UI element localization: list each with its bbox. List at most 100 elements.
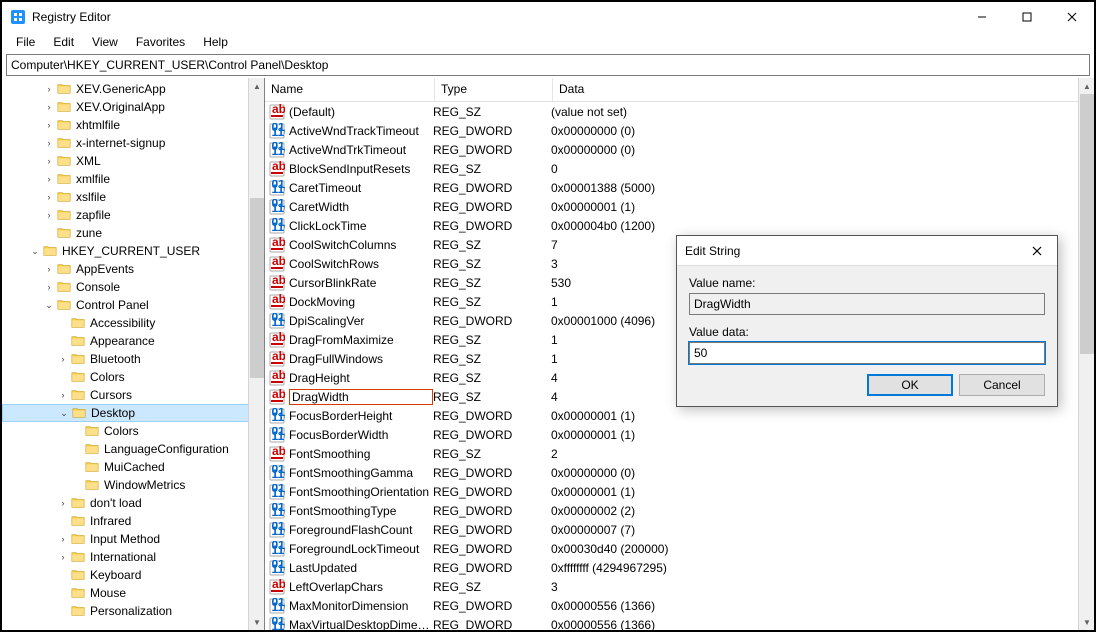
scroll-up-icon[interactable]: ▲ [249,78,265,94]
dword-value-icon [269,522,285,538]
value-name: LastUpdated [289,561,433,575]
maximize-button[interactable] [1004,2,1049,32]
list-row[interactable]: ClickLockTimeREG_DWORD0x000004b0 (1200) [265,216,1094,235]
tree-node[interactable]: LanguageConfiguration [2,440,264,458]
chevron-right-icon[interactable]: › [42,190,56,204]
chevron-down-icon[interactable]: ⌄ [42,298,56,312]
tree-node[interactable]: MuiCached [2,458,264,476]
tree-node[interactable]: ⌄Control Panel [2,296,264,314]
tree-node[interactable]: ›XEV.OriginalApp [2,98,264,116]
tree-node[interactable]: Personalization [2,602,264,620]
menu-help[interactable]: Help [195,33,236,51]
tree-node[interactable]: zune [2,224,264,242]
scroll-down-icon[interactable]: ▼ [249,614,265,630]
list-row[interactable]: FontSmoothingOrientationREG_DWORD0x00000… [265,482,1094,501]
chevron-down-icon[interactable]: ⌄ [57,406,71,420]
tree-node[interactable]: Appearance [2,332,264,350]
col-name[interactable]: Name [265,78,435,101]
menu-favorites[interactable]: Favorites [128,33,193,51]
tree-node[interactable]: ›Console [2,278,264,296]
chevron-right-icon[interactable]: › [56,352,70,366]
chevron-right-icon[interactable]: › [42,136,56,150]
list-row[interactable]: FontSmoothingREG_SZ2 [265,444,1094,463]
tree-node[interactable]: ›Bluetooth [2,350,264,368]
tree-node[interactable]: ›XEV.GenericApp [2,80,264,98]
list-row[interactable]: ActiveWndTrackTimeoutREG_DWORD0x00000000… [265,121,1094,140]
tree-node[interactable]: ›x-internet-signup [2,134,264,152]
tree-node[interactable]: Colors [2,368,264,386]
chevron-right-icon[interactable]: › [42,100,56,114]
value-data: 0x00000001 (1) [551,200,1094,214]
list-row[interactable]: FontSmoothingGammaREG_DWORD0x00000000 (0… [265,463,1094,482]
tree-node[interactable]: Mouse [2,584,264,602]
list-row[interactable]: FocusBorderHeightREG_DWORD0x00000001 (1) [265,406,1094,425]
tree-node[interactable]: ⌄Desktop [2,404,264,422]
list-row[interactable]: LastUpdatedREG_DWORD0xffffffff (42949672… [265,558,1094,577]
ok-button[interactable]: OK [867,374,953,396]
tree-node[interactable]: ›xslfile [2,188,264,206]
tree-node[interactable]: Infrared [2,512,264,530]
tree-panel[interactable]: ›XEV.GenericApp›XEV.OriginalApp›xhtmlfil… [2,78,265,630]
col-type[interactable]: Type [435,78,553,101]
address-bar[interactable]: Computer\HKEY_CURRENT_USER\Control Panel… [6,54,1090,76]
value-data-field[interactable] [689,342,1045,364]
menu-view[interactable]: View [84,33,126,51]
list-row[interactable]: LeftOverlapCharsREG_SZ3 [265,577,1094,596]
menu-edit[interactable]: Edit [45,33,82,51]
chevron-right-icon[interactable]: › [42,208,56,222]
chevron-down-icon[interactable]: ⌄ [28,244,42,258]
list-row[interactable]: ForegroundFlashCountREG_DWORD0x00000007 … [265,520,1094,539]
chevron-right-icon[interactable]: › [42,280,56,294]
chevron-right-icon[interactable]: › [56,388,70,402]
value-name: CursorBlinkRate [289,276,433,290]
tree-node[interactable]: ›XML [2,152,264,170]
tree-node[interactable]: ›International [2,548,264,566]
chevron-right-icon[interactable]: › [42,118,56,132]
list-row[interactable]: MaxMonitorDimensionREG_DWORD0x00000556 (… [265,596,1094,615]
tree-node[interactable]: ›xmlfile [2,170,264,188]
list-row[interactable]: (Default)REG_SZ(value not set) [265,102,1094,121]
list-row[interactable]: ForegroundLockTimeoutREG_DWORD0x00030d40… [265,539,1094,558]
value-type: REG_SZ [433,580,551,594]
minimize-button[interactable] [959,2,1004,32]
scroll-up-icon[interactable]: ▲ [1079,78,1094,94]
list-row[interactable]: FocusBorderWidthREG_DWORD0x00000001 (1) [265,425,1094,444]
list-row[interactable]: CaretTimeoutREG_DWORD0x00001388 (5000) [265,178,1094,197]
chevron-right-icon[interactable]: › [56,532,70,546]
list-row[interactable]: MaxVirtualDesktopDimen...REG_DWORD0x0000… [265,615,1094,630]
tree-node[interactable]: Accessibility [2,314,264,332]
tree-node[interactable]: ›xhtmlfile [2,116,264,134]
dword-value-icon [269,123,285,139]
chevron-right-icon[interactable]: › [42,262,56,276]
tree-node[interactable]: ›don't load [2,494,264,512]
tree-node[interactable]: ⌄HKEY_CURRENT_USER [2,242,264,260]
close-button[interactable] [1049,2,1094,32]
tree-node[interactable]: ›zapfile [2,206,264,224]
tree-node[interactable]: Keyboard [2,566,264,584]
scroll-thumb[interactable] [250,198,264,378]
cancel-button[interactable]: Cancel [959,374,1045,396]
value-data: 0x00000556 (1366) [551,599,1094,613]
tree-node[interactable]: ›Cursors [2,386,264,404]
col-data[interactable]: Data [553,78,1094,101]
chevron-right-icon[interactable]: › [56,550,70,564]
tree-scrollbar[interactable]: ▲ ▼ [248,78,264,630]
tree-node[interactable]: WindowMetrics [2,476,264,494]
chevron-right-icon[interactable]: › [42,82,56,96]
chevron-right-icon[interactable]: › [42,172,56,186]
chevron-right-icon[interactable]: › [56,496,70,510]
list-row[interactable]: BlockSendInputResetsREG_SZ0 [265,159,1094,178]
menu-file[interactable]: File [8,33,43,51]
chevron-right-icon[interactable]: › [42,154,56,168]
list-scrollbar[interactable]: ▲ ▼ [1078,78,1094,630]
tree-node[interactable]: ›AppEvents [2,260,264,278]
value-name-field[interactable] [689,293,1045,315]
list-row[interactable]: FontSmoothingTypeREG_DWORD0x00000002 (2) [265,501,1094,520]
dialog-close-button[interactable] [1017,236,1057,266]
tree-node[interactable]: Colors [2,422,264,440]
tree-node[interactable]: ›Input Method [2,530,264,548]
scroll-down-icon[interactable]: ▼ [1079,614,1094,630]
list-row[interactable]: ActiveWndTrkTimeoutREG_DWORD0x00000000 (… [265,140,1094,159]
list-row[interactable]: CaretWidthREG_DWORD0x00000001 (1) [265,197,1094,216]
scroll-thumb[interactable] [1080,94,1094,354]
